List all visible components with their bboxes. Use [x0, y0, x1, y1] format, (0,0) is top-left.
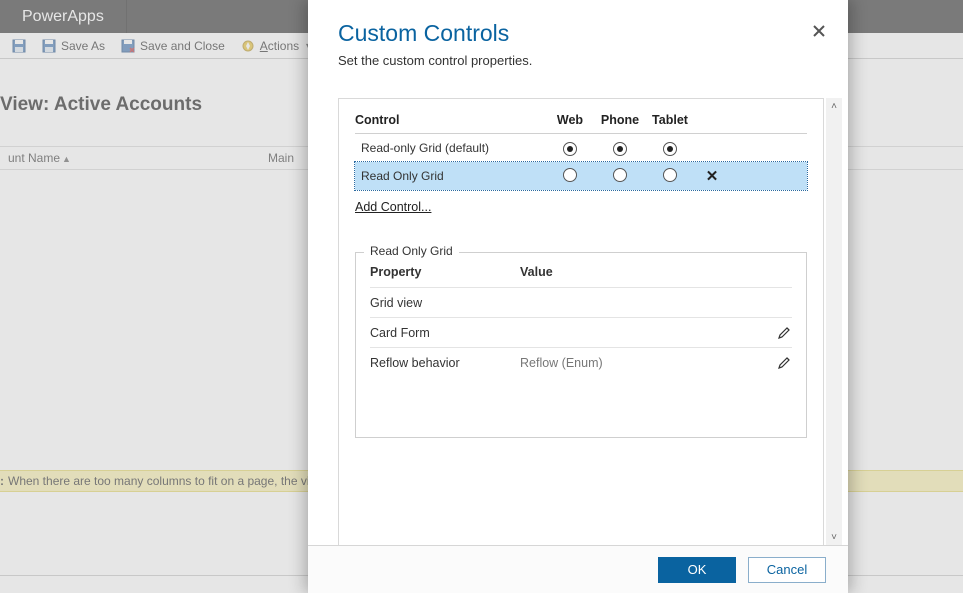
property-row-gridview: Grid view [370, 287, 792, 317]
control-name: Read-only Grid (default) [355, 141, 545, 155]
radio-phone[interactable] [613, 168, 627, 182]
radio-phone[interactable] [613, 142, 627, 156]
col-web: Web [545, 113, 595, 127]
radio-web[interactable] [563, 168, 577, 182]
scroll-up-button[interactable]: ˄ [826, 98, 842, 114]
edit-property-button[interactable] [777, 355, 792, 370]
controls-header-row: Control Web Phone Tablet [355, 113, 807, 134]
property-name: Reflow behavior [370, 356, 520, 370]
property-value: Reflow (Enum) [520, 356, 777, 370]
close-button[interactable] [812, 24, 826, 38]
fieldset-legend: Read Only Grid [364, 244, 459, 258]
col-tablet: Tablet [645, 113, 695, 127]
scroll-down-button[interactable]: ˅ [826, 529, 842, 545]
edit-property-button[interactable] [777, 325, 792, 340]
control-name: Read Only Grid [355, 169, 545, 183]
controls-table: Control Web Phone Tablet Read-only Grid … [339, 99, 823, 190]
col-control: Control [355, 113, 545, 127]
pencil-icon [777, 355, 792, 370]
properties-header: Property Value [370, 265, 792, 287]
dialog-subtitle: Set the custom control properties. [338, 53, 818, 68]
dialog-body: Control Web Phone Tablet Read-only Grid … [308, 78, 848, 545]
ok-button[interactable]: OK [658, 557, 736, 583]
property-name: Grid view [370, 296, 520, 310]
col-phone: Phone [595, 113, 645, 127]
radio-web[interactable] [563, 142, 577, 156]
property-row-reflow: Reflow behavior Reflow (Enum) [370, 347, 792, 377]
radio-tablet[interactable] [663, 168, 677, 182]
property-row-cardform: Card Form [370, 317, 792, 347]
control-row-default[interactable]: Read-only Grid (default) [355, 134, 807, 162]
remove-control-button[interactable]: ✕ [706, 168, 719, 185]
custom-controls-dialog: Custom Controls Set the custom control p… [308, 0, 848, 593]
properties-fieldset: Read Only Grid Property Value Grid view … [355, 252, 807, 438]
property-name: Card Form [370, 326, 520, 340]
dialog-header: Custom Controls Set the custom control p… [308, 0, 848, 78]
col-value: Value [520, 265, 792, 279]
dialog-content: Control Web Phone Tablet Read-only Grid … [338, 98, 824, 545]
close-icon [812, 24, 826, 38]
control-row-readonlygrid[interactable]: Read Only Grid ✕ [355, 162, 807, 190]
scrollbar[interactable]: ˄ ˅ [826, 98, 842, 545]
cancel-button[interactable]: Cancel [748, 557, 826, 583]
col-property: Property [370, 265, 520, 279]
pencil-icon [777, 325, 792, 340]
dialog-footer: OK Cancel [308, 545, 848, 593]
dialog-title: Custom Controls [338, 20, 818, 47]
radio-tablet[interactable] [663, 142, 677, 156]
add-control-link[interactable]: Add Control... [355, 200, 431, 214]
